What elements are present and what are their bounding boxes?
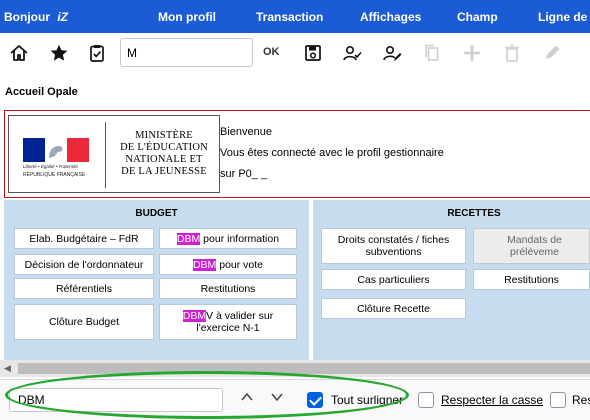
toolbar-search-input[interactable]: [120, 38, 253, 67]
menu-mon-profil[interactable]: Mon profil: [158, 10, 216, 24]
restitutions-budget-button[interactable]: Restitutions: [159, 278, 297, 299]
welcome-profile: Vous êtes connecté avec le profil gestio…: [220, 147, 444, 159]
ministry-line: MINISTÈRE: [135, 130, 193, 141]
ministry-line: NATIONALE ET: [125, 154, 203, 165]
next-option-label[interactable]: Res: [572, 393, 590, 407]
plus-icon: [461, 42, 483, 64]
clipboard-check-icon[interactable]: [86, 42, 108, 64]
mandats-prelevement-button: Mandats de prélèveme: [473, 228, 590, 264]
republic-label: RÉPUBLIQUE FRANÇAISE: [23, 172, 86, 178]
annotation-ellipse: [5, 371, 409, 419]
match-case-label[interactable]: Respecter la casse: [441, 393, 543, 407]
scrollbar-thumb[interactable]: [18, 363, 590, 374]
dbm-vote-button[interactable]: DBM pour vote: [159, 254, 297, 275]
budget-panel: BUDGET Elab. Budgétaire – FdR DBM pour i…: [4, 200, 309, 360]
menu-transaction[interactable]: Transaction: [256, 10, 323, 24]
marianne-motto: Liberté • Égalité • Fraternité: [23, 164, 78, 169]
referentiels-button[interactable]: Référentiels: [14, 278, 154, 299]
copy-icon: [421, 42, 443, 64]
dbm-highlight: DBM: [182, 310, 207, 322]
ministry-name: MINISTÈRE DE L'ÉDUCATION NATIONALE ET DE…: [109, 130, 219, 178]
button-label: pour information: [200, 232, 280, 245]
logo-separator: [105, 122, 106, 188]
iz-logo: iZ: [57, 10, 69, 24]
restitutions-recettes-button[interactable]: Restitutions: [473, 269, 590, 290]
button-label: V à valider sur: [206, 310, 274, 322]
ok-button[interactable]: OK: [263, 46, 280, 58]
dbm-information-button[interactable]: DBM pour information: [159, 228, 297, 249]
recettes-panel: RECETTES Droits constatés / fiches subve…: [313, 200, 590, 360]
button-label: pour vote: [216, 258, 264, 271]
scroll-left-icon[interactable]: ◀: [4, 363, 11, 374]
ministry-logo: Liberté • Égalité • Fraternité RÉPUBLIQU…: [8, 115, 220, 193]
welcome-box: Liberté • Égalité • Fraternité RÉPUBLIQU…: [4, 110, 590, 198]
welcome-establishment: sur P0_ _: [220, 168, 268, 180]
cas-particuliers-button[interactable]: Cas particuliers: [321, 269, 466, 290]
menu-champ[interactable]: Champ: [457, 10, 498, 24]
next-option-checkbox[interactable]: [550, 392, 566, 408]
home-icon[interactable]: [8, 42, 30, 64]
trash-icon: [501, 42, 523, 64]
user-edit-icon[interactable]: [381, 42, 403, 64]
menu-affichages[interactable]: Affichages: [360, 10, 421, 24]
budget-title: BUDGET: [135, 208, 178, 219]
button-label-line: DBMV à valider sur: [182, 310, 274, 322]
cloture-recette-button[interactable]: Clôture Recette: [321, 298, 466, 319]
toolbar: OK: [0, 33, 590, 73]
dbm-highlight: DBM: [192, 258, 217, 271]
pen-icon: [541, 42, 563, 64]
marianne-flag-icon: [23, 138, 89, 162]
user-check-icon[interactable]: [341, 42, 363, 64]
ministry-line: DE L'ÉDUCATION: [120, 142, 208, 153]
greeting-text: Bonjour iZ: [4, 10, 68, 24]
top-menu-bar: Bonjour iZ Mon profil Transaction Affich…: [0, 0, 590, 33]
page-title: Accueil Opale: [5, 86, 78, 98]
cloture-budget-button[interactable]: Clôture Budget: [14, 304, 154, 340]
dbm-valider-n1-button[interactable]: DBMV à valider sur l'exercice N-1: [159, 304, 297, 340]
elab-budgetaire-button[interactable]: Elab. Budgétaire – FdR: [14, 228, 154, 249]
star-icon[interactable]: [48, 42, 70, 64]
greeting-label: Bonjour: [4, 10, 50, 24]
welcome-greeting: Bienvenue: [220, 126, 272, 138]
droits-constates-button[interactable]: Droits constatés / fiches subventions: [321, 228, 466, 264]
match-case-checkbox[interactable]: [418, 392, 434, 408]
recettes-title: RECETTES: [447, 208, 501, 219]
decision-ordonnateur-button[interactable]: Décision de l'ordonnateur: [14, 254, 154, 275]
dbm-highlight: DBM: [176, 232, 201, 245]
save-icon[interactable]: [302, 42, 324, 64]
ministry-line: DE LA JEUNESSE: [121, 166, 207, 177]
button-label-line: l'exercice N-1: [196, 322, 260, 334]
menu-ligne-de-detail[interactable]: Ligne de de: [538, 10, 590, 24]
